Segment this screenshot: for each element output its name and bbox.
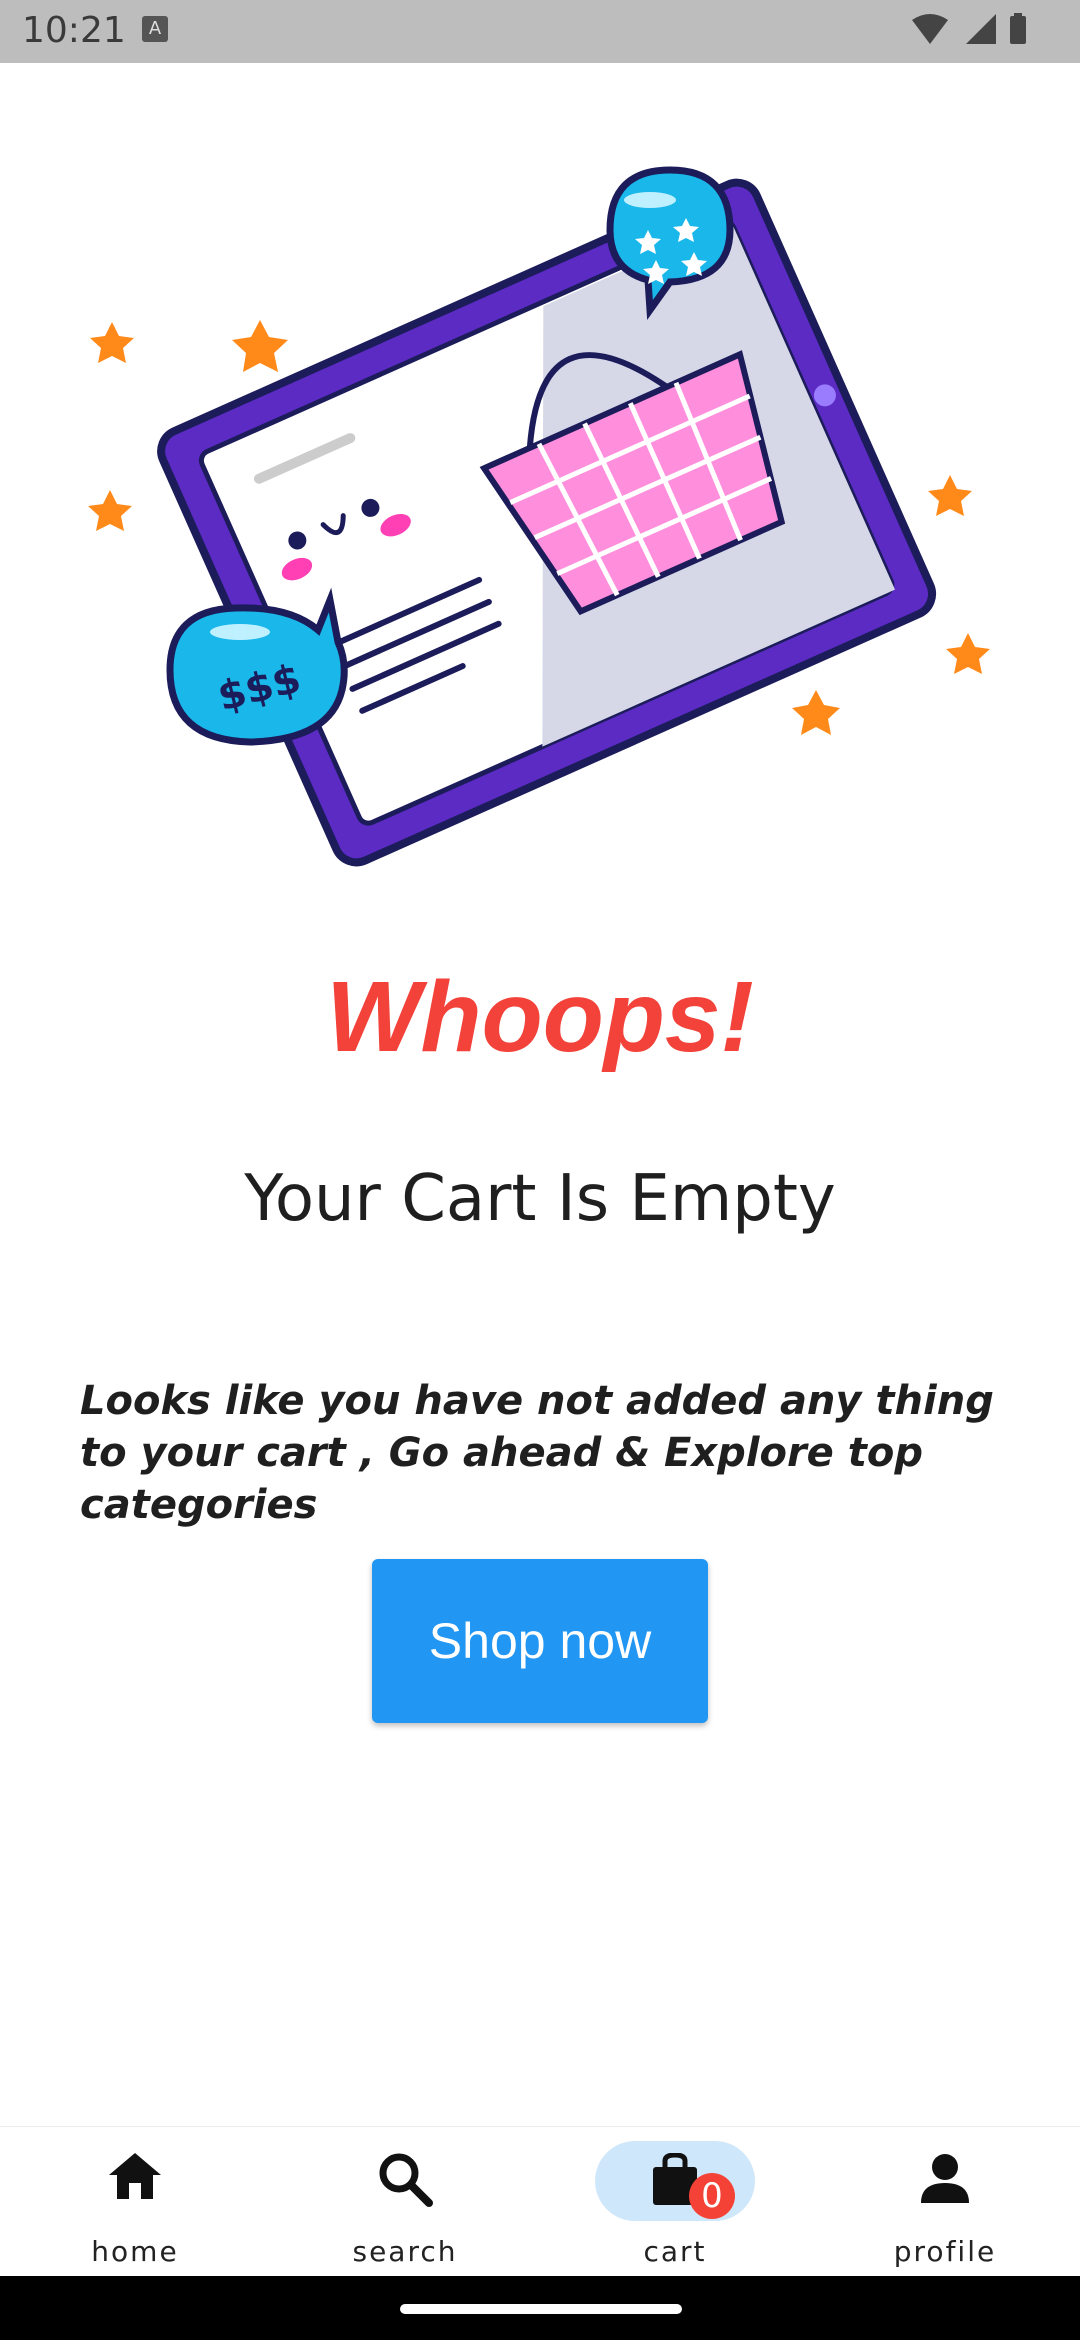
status-bar: 10:21 A xyxy=(0,0,1080,63)
bottom-navigation: home search 0 cart profile xyxy=(0,2126,1080,2277)
nav-label-search: search xyxy=(352,2235,458,2268)
empty-cart-message: Looks like you have not added any thing … xyxy=(80,1378,994,1528)
shop-now-button[interactable]: Shop now xyxy=(372,1559,708,1723)
notification-icon: A xyxy=(142,16,168,42)
signal-icon xyxy=(966,14,996,44)
shopping-bag-icon: 0 xyxy=(595,2141,755,2221)
person-icon xyxy=(895,2143,995,2215)
whoops-title: Whoops! xyxy=(326,961,754,1073)
home-icon xyxy=(85,2143,185,2215)
nav-item-profile[interactable]: profile xyxy=(810,2127,1080,2277)
system-navigation-bar xyxy=(0,2276,1080,2340)
nav-item-home[interactable]: home xyxy=(0,2127,270,2277)
empty-cart-subtitle: Your Cart Is Empty xyxy=(244,1162,836,1236)
price-bubble: $$$ xyxy=(166,587,348,746)
status-time: 10:21 xyxy=(22,10,126,51)
nav-label-profile: profile xyxy=(893,2235,997,2268)
nav-label-home: home xyxy=(91,2235,179,2268)
wifi-icon xyxy=(912,14,948,44)
empty-cart-illustration: $$$ xyxy=(88,166,990,867)
status-icons xyxy=(912,13,1026,44)
search-icon xyxy=(355,2143,455,2215)
nav-item-search[interactable]: search xyxy=(270,2127,540,2277)
nav-label-cart: cart xyxy=(643,2235,707,2268)
home-gesture-handle[interactable] xyxy=(400,2304,682,2314)
nav-item-cart[interactable]: 0 cart xyxy=(540,2127,810,2277)
battery-icon xyxy=(1010,13,1026,44)
cart-count-badge: 0 xyxy=(689,2173,735,2219)
